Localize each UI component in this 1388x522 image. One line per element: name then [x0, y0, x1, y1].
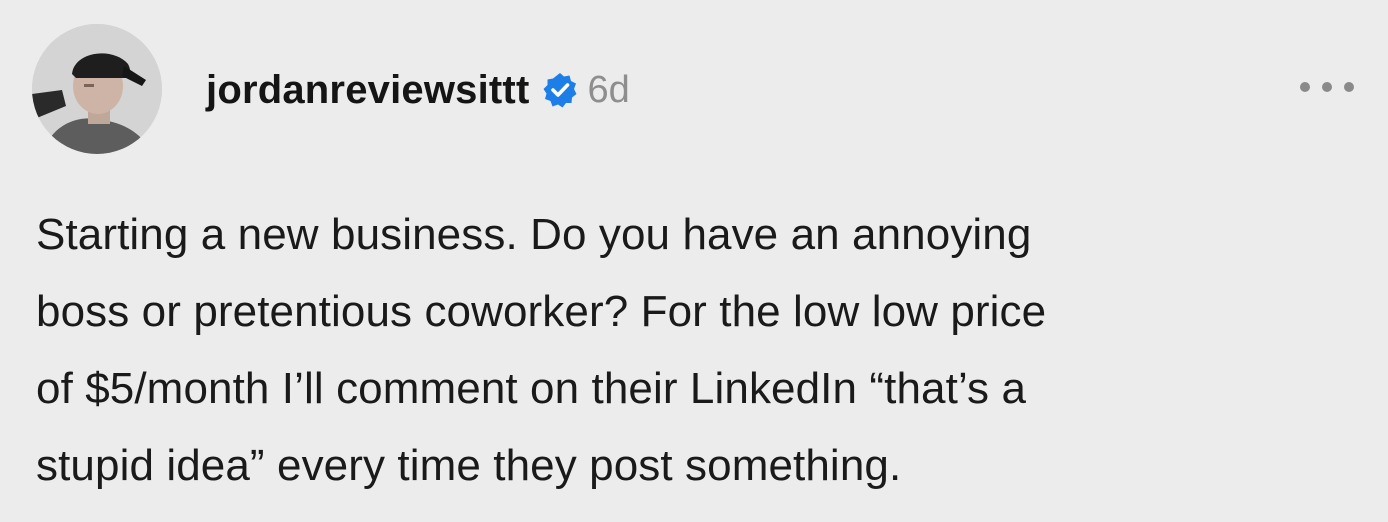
- more-dot: [1344, 82, 1354, 92]
- username[interactable]: jordanreviewsittt: [206, 68, 529, 113]
- thread-post: jordanreviewsittt 6d Starting a new busi…: [0, 0, 1388, 522]
- post-text-line: stupid idea” every time they post someth…: [36, 441, 902, 490]
- post-body: Starting a new business. Do you have an …: [36, 196, 1356, 504]
- verified-badge-icon: [541, 71, 579, 109]
- post-timestamp: 6d: [587, 68, 630, 111]
- more-dot: [1322, 82, 1332, 92]
- post-header: jordanreviewsittt 6d: [206, 60, 630, 120]
- more-options-icon[interactable]: [1300, 72, 1354, 102]
- avatar[interactable]: [32, 24, 162, 154]
- more-dot: [1300, 82, 1310, 92]
- avatar-image: [32, 24, 162, 154]
- post-text-line: Starting a new business. Do you have an …: [36, 210, 1032, 259]
- post-text-line: of $5/month I’ll comment on their Linked…: [36, 364, 1027, 413]
- post-text-line: boss or pretentious coworker? For the lo…: [36, 287, 1047, 336]
